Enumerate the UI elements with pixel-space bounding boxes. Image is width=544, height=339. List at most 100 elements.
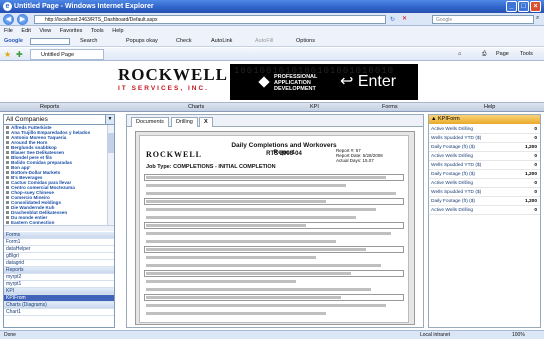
minimize-button[interactable]: _: [506, 1, 517, 12]
section-item[interactable]: datagrid: [4, 260, 114, 267]
menu-file[interactable]: File: [4, 28, 13, 34]
expand-icon[interactable]: [6, 171, 9, 174]
expand-icon[interactable]: [6, 196, 9, 199]
expand-icon[interactable]: [6, 141, 9, 144]
enter-button[interactable]: ↩ Enter: [340, 71, 396, 91]
expand-icon[interactable]: [6, 166, 9, 169]
nav-kpi[interactable]: KPI: [310, 103, 319, 112]
section-header[interactable]: KPI: [4, 288, 114, 295]
section-item[interactable]: Chart1: [4, 309, 114, 316]
nav-help[interactable]: Help: [484, 103, 495, 112]
section-header[interactable]: Forms: [4, 232, 114, 239]
expand-icon[interactable]: [6, 156, 9, 159]
google-search-input[interactable]: [30, 38, 70, 45]
close-tab-button[interactable]: X: [199, 117, 213, 127]
title-bar: e Untitled Page - Windows Internet Explo…: [0, 0, 544, 13]
close-button[interactable]: ×: [530, 1, 541, 12]
section-item[interactable]: KPIFrom: [4, 295, 114, 302]
kpi-row[interactable]: Wells Spudded YTD ($) 0: [429, 188, 540, 197]
intranet-zone: Local intranet: [420, 332, 451, 338]
section-item[interactable]: myrpt2: [4, 274, 114, 281]
expand-icon[interactable]: [6, 211, 9, 214]
expand-icon[interactable]: [6, 186, 9, 189]
check-button[interactable]: Check: [176, 36, 192, 47]
menu-tools[interactable]: Tools: [91, 28, 104, 34]
google-search-button[interactable]: Search: [80, 36, 97, 47]
expand-icon[interactable]: [6, 126, 9, 129]
autofill-button[interactable]: AutoFill: [255, 36, 273, 47]
expand-icon[interactable]: [6, 151, 9, 154]
tab-drilling[interactable]: Drilling: [171, 117, 198, 127]
expand-icon[interactable]: [6, 191, 9, 194]
expand-icon[interactable]: [6, 146, 9, 149]
kpi-value: 0: [534, 154, 537, 159]
options-button[interactable]: Options: [296, 36, 315, 47]
section-item[interactable]: Form1: [4, 239, 114, 246]
expand-icon[interactable]: [6, 136, 9, 139]
report-form-line: [146, 192, 396, 195]
nav-forms[interactable]: Forms: [382, 103, 398, 112]
print-icon[interactable]: ⎙: [482, 48, 486, 61]
kpi-row[interactable]: Wells Spudded YTD ($) 0: [429, 134, 540, 143]
autolink-button[interactable]: AutoLink: [211, 36, 232, 47]
tools-menu[interactable]: Tools: [520, 48, 533, 61]
report-viewer: ROCKWELL Daily Completions and Workovers…: [135, 131, 415, 325]
tab-documents[interactable]: Documents: [131, 117, 169, 127]
kpi-row[interactable]: Active Wells Drilling 0: [429, 206, 540, 215]
document-tabs: Documents Drilling X: [127, 115, 423, 127]
nav-charts[interactable]: Charts: [188, 103, 204, 112]
section-item[interactable]: myrpt1: [4, 281, 114, 288]
kpi-row[interactable]: Daily Footage (ft) ($) 1,200: [429, 197, 540, 206]
favorites-star-icon[interactable]: ★: [4, 48, 11, 61]
section-header[interactable]: Charts (Diagrams): [4, 302, 114, 309]
refresh-icon[interactable]: ↻: [390, 16, 395, 23]
kpi-row[interactable]: Active Wells Drilling 0: [429, 152, 540, 161]
expand-icon[interactable]: [6, 181, 9, 184]
search-icon[interactable]: ⌕: [536, 15, 539, 22]
expand-icon[interactable]: [6, 216, 9, 219]
section-header[interactable]: Reports: [4, 267, 114, 274]
zoom-level[interactable]: 100%: [512, 331, 525, 339]
scrollbar-thumb[interactable]: [108, 133, 114, 153]
menu-help[interactable]: Help: [112, 28, 123, 34]
expand-icon[interactable]: [6, 221, 9, 224]
maximize-button[interactable]: □: [518, 1, 529, 12]
menu-favorites[interactable]: Favorites: [60, 28, 83, 34]
address-input[interactable]: http://localhost:2463/RTS_Dashboard/Defa…: [34, 15, 386, 24]
kpi-row[interactable]: Wells Spudded YTD ($) 0: [429, 161, 540, 170]
kpi-label: Active Wells Drilling: [431, 181, 474, 186]
nav-reports[interactable]: Reports: [40, 103, 59, 112]
expand-icon[interactable]: [6, 201, 9, 204]
forward-icon[interactable]: ▶: [17, 14, 28, 25]
expand-icon[interactable]: [6, 161, 9, 164]
kpi-value: 0: [534, 127, 537, 132]
section-item[interactable]: gBlgrl: [4, 253, 114, 260]
kpi-row[interactable]: Active Wells Drilling 0: [429, 125, 540, 134]
back-icon[interactable]: ◀: [3, 14, 14, 25]
add-favorite-icon[interactable]: ✚: [16, 48, 23, 61]
expand-icon[interactable]: [6, 176, 9, 179]
expand-icon[interactable]: [6, 206, 9, 209]
main-nav: Reports Charts KPI Forms Help: [0, 102, 544, 112]
kpi-row[interactable]: Active Wells Drilling 0: [429, 179, 540, 188]
report-form-line: [146, 208, 376, 211]
company-dropdown[interactable]: All Companies ▼: [4, 115, 114, 125]
expand-icon[interactable]: [6, 131, 9, 134]
home-icon[interactable]: ⌂: [458, 48, 461, 61]
page-menu[interactable]: Page: [496, 48, 509, 61]
tab-untitled-page[interactable]: Untitled Page: [30, 49, 104, 60]
document-panel: Documents Drilling X ROCKWELL Daily Comp…: [126, 114, 424, 328]
menu-view[interactable]: View: [39, 28, 51, 34]
kpi-row[interactable]: Daily Footage (ft) ($) 1,200: [429, 143, 540, 152]
kpi-row[interactable]: Daily Footage (ft) ($) 1,200: [429, 170, 540, 179]
company-list-hscrollbar[interactable]: [4, 225, 114, 231]
chevron-down-icon[interactable]: ▼: [105, 115, 114, 124]
popups-okay-button[interactable]: Popups okay: [126, 36, 158, 47]
header-banner: 1001001010100101001010010 PROFESSIONAL A…: [230, 64, 418, 100]
stop-icon[interactable]: ✕: [402, 15, 407, 22]
search-input[interactable]: Google: [432, 15, 534, 24]
company-list-scrollbar[interactable]: [107, 125, 114, 225]
menu-edit[interactable]: Edit: [21, 28, 30, 34]
section-item[interactable]: dataHelper: [4, 246, 114, 253]
collapse-icon[interactable]: ▲: [431, 116, 438, 122]
